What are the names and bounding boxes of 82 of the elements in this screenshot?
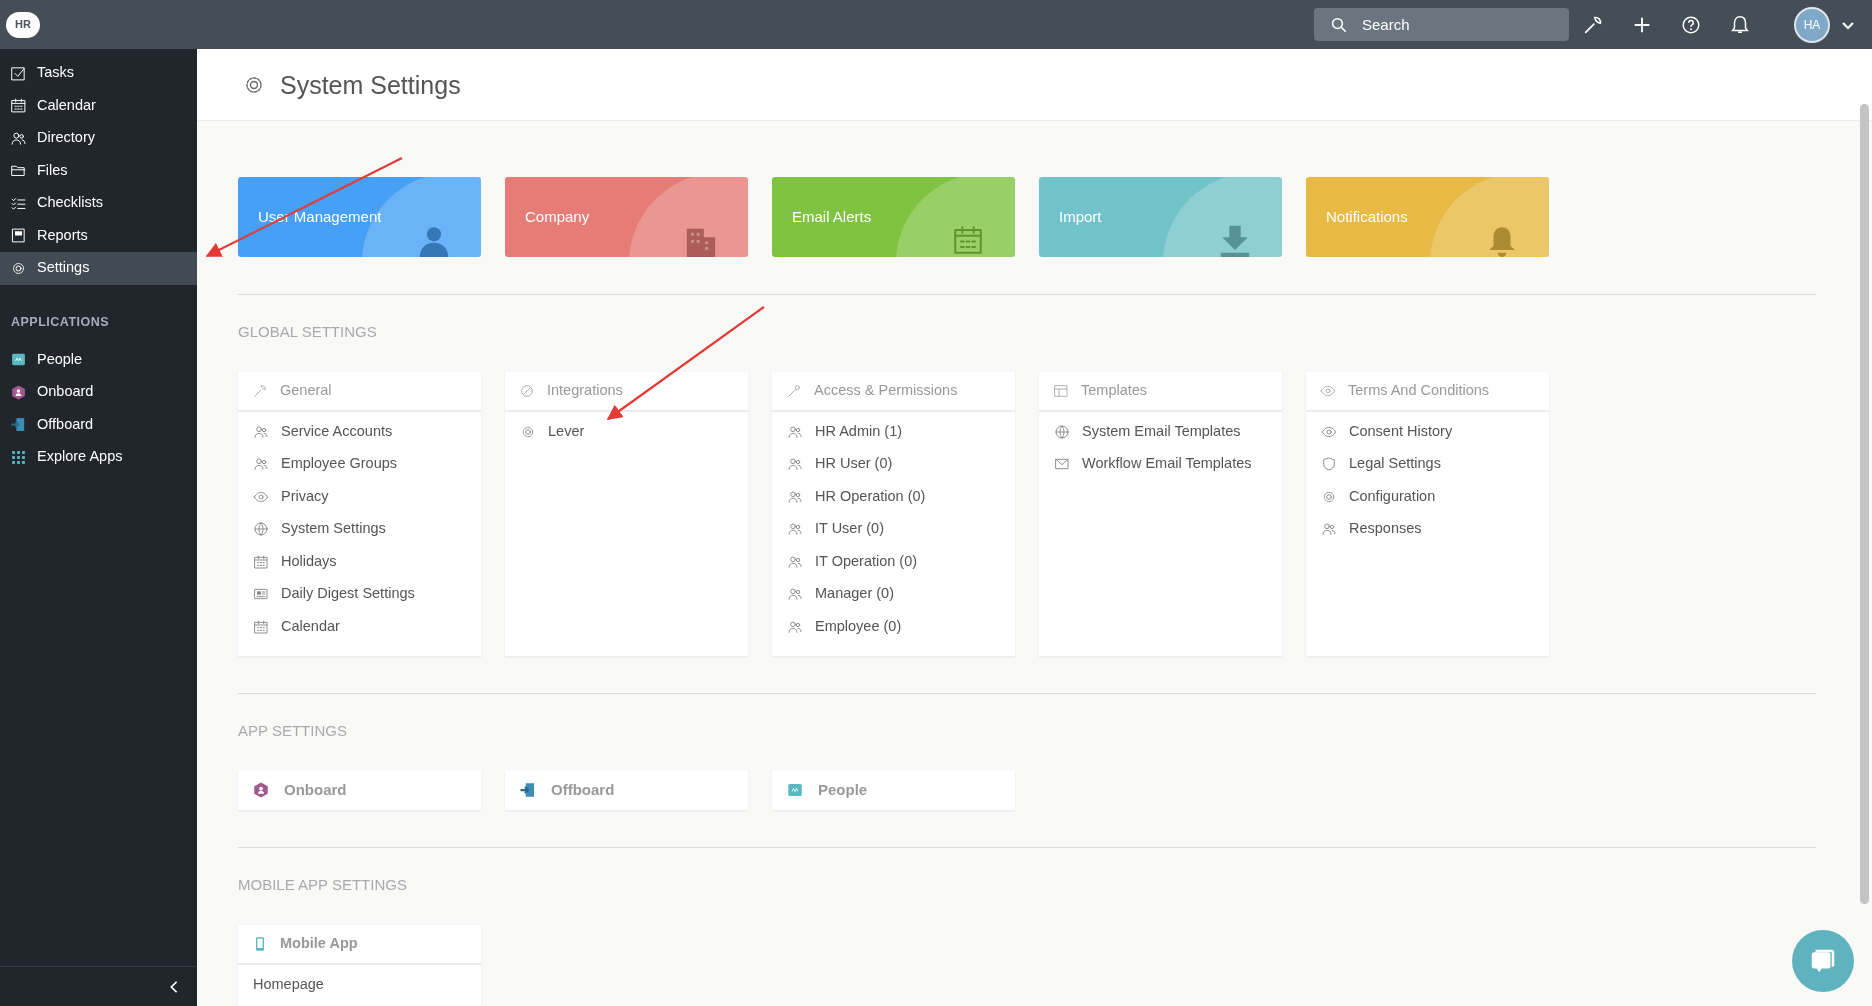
settings-link[interactable]: Manager (0) <box>772 578 1015 611</box>
settings-link[interactable]: Service Accounts <box>238 415 481 448</box>
settings-link[interactable]: HR Operation (0) <box>772 480 1015 513</box>
settings-link[interactable]: HR Admin (1) <box>772 415 1015 448</box>
settings-link[interactable]: Consent History <box>1306 415 1549 448</box>
template-icon <box>1053 382 1069 399</box>
users-icon <box>1321 521 1337 538</box>
section-heading: APPLICATIONS <box>10 313 111 331</box>
integration-icon <box>519 382 535 399</box>
users-icon <box>787 423 803 440</box>
card-title: General <box>280 380 332 400</box>
settings-link[interactable]: System Email Templates <box>1039 415 1282 448</box>
tile-label: Company <box>525 206 590 227</box>
sidebar-item[interactable]: Directory <box>0 122 197 155</box>
card-title: Terms And Conditions <box>1348 380 1490 400</box>
users-icon <box>787 586 803 603</box>
users-icon <box>787 618 803 635</box>
offboard-app-icon <box>10 416 27 433</box>
settings-link[interactable]: Responses <box>1306 513 1549 546</box>
search-field[interactable]: Search <box>1314 8 1569 41</box>
settings-link[interactable]: Daily Digest Settings <box>238 578 481 611</box>
settings-link[interactable]: Legal Settings <box>1306 448 1549 481</box>
page-title: System Settings <box>280 69 461 100</box>
onboard-app-icon <box>10 383 27 401</box>
card-title: Access & Permissions <box>814 380 958 400</box>
download-icon <box>1218 223 1252 257</box>
settings-link[interactable]: System Settings <box>238 513 481 546</box>
people-app-icon <box>786 781 804 799</box>
calendar-icon <box>951 223 985 257</box>
tile-label: Email Alerts <box>792 206 872 227</box>
users-icon <box>787 456 803 473</box>
sidebar-item[interactable]: Tasks <box>0 57 197 90</box>
people-app-icon <box>10 351 27 368</box>
users-icon <box>787 521 803 538</box>
section-heading: APP SETTINGS <box>238 720 348 741</box>
sidebar-item[interactable]: Settings <box>0 252 197 285</box>
settings-link[interactable]: HR User (0) <box>772 448 1015 481</box>
report-icon <box>10 227 27 245</box>
sidebar-item[interactable]: Reports <box>0 219 197 252</box>
calendar-icon <box>10 97 27 115</box>
settings-link[interactable]: Holidays <box>238 545 481 578</box>
grid-icon <box>10 448 27 466</box>
settings-link[interactable]: Workflow Email Templates <box>1039 448 1282 481</box>
tile-label: Import <box>1059 206 1102 227</box>
settings-link[interactable]: Privacy <box>238 480 481 513</box>
users-icon <box>787 488 803 505</box>
calendar-icon <box>253 553 269 570</box>
section-heading: GLOBAL SETTINGS <box>238 322 378 342</box>
bell-icon[interactable] <box>1729 13 1751 36</box>
card-title: Templates <box>1081 380 1148 400</box>
sidebar-item[interactable]: People <box>0 343 197 376</box>
app-logo[interactable]: HR <box>6 11 40 38</box>
card-title: Mobile App <box>280 933 358 953</box>
sidebar-item[interactable]: Files <box>0 154 197 187</box>
sidebar-item[interactable]: Onboard <box>0 375 197 409</box>
offboard-app-icon <box>519 781 537 799</box>
sidebar-item[interactable]: Explore Apps <box>0 440 197 474</box>
sidebar-item[interactable]: Offboard <box>0 408 197 441</box>
settings-link[interactable]: IT Operation (0) <box>772 545 1015 578</box>
settings-link[interactable]: Homepage <box>238 968 481 1001</box>
users-icon <box>253 423 269 440</box>
settings-link[interactable]: Calendar <box>238 610 481 643</box>
checkbox-icon <box>10 64 27 82</box>
sidebar-item[interactable]: Checklists <box>0 187 197 220</box>
users-icon <box>253 456 269 473</box>
settings-link[interactable]: Configuration <box>1306 480 1549 513</box>
card-title: Integrations <box>547 380 623 400</box>
sidebar-item[interactable]: Calendar <box>0 89 197 122</box>
section-heading: MOBILE APP SETTINGS <box>238 875 408 895</box>
search-icon <box>1330 16 1348 34</box>
shield-icon <box>1321 456 1337 473</box>
globe-icon <box>253 521 269 538</box>
settings-link[interactable]: IT User (0) <box>772 513 1015 546</box>
settings-link[interactable]: Employee Groups <box>238 448 481 481</box>
calendar-icon <box>253 618 269 635</box>
globe-icon <box>1054 423 1070 440</box>
tile-label: Notifications <box>1326 206 1408 227</box>
users-icon <box>787 553 803 570</box>
settings-link[interactable]: Lever <box>505 415 748 448</box>
onboard-app-icon <box>252 781 270 799</box>
scrollbar-thumb[interactable] <box>1860 104 1869 904</box>
settings-link[interactable]: Employee (0) <box>772 610 1015 643</box>
